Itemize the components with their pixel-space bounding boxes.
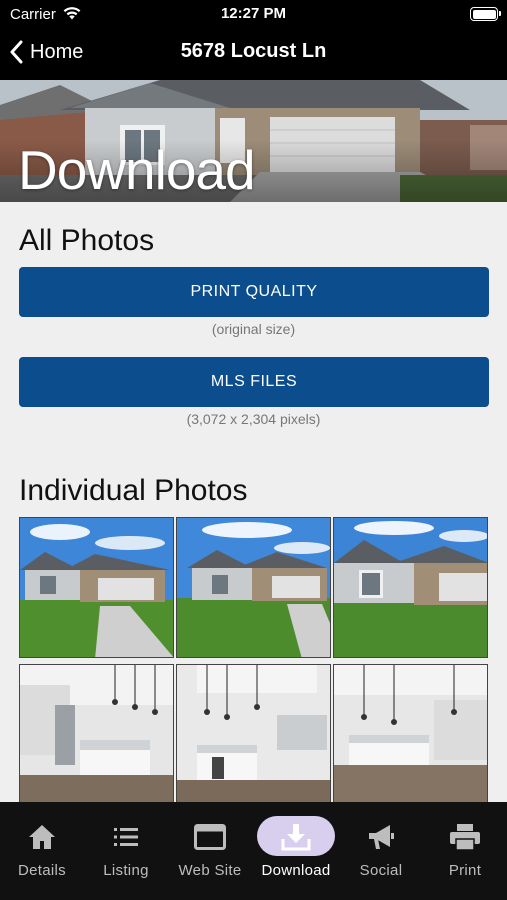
exterior-photo [334, 518, 487, 657]
status-bar: Carrier 12:27 PM [0, 0, 507, 28]
photo-thumbnail[interactable] [176, 664, 331, 805]
tab-listing[interactable]: Listing [84, 802, 168, 900]
exterior-photo [177, 518, 330, 657]
exterior-photo [20, 518, 173, 657]
print-quality-button[interactable]: PRINT QUALITY [19, 267, 489, 317]
photo-thumbnail[interactable] [176, 517, 331, 658]
tab-label: Print [448, 862, 482, 879]
hero-banner: Download [0, 80, 507, 202]
photo-thumbnail[interactable] [333, 664, 488, 805]
individual-photos-heading: Individual Photos [19, 474, 248, 507]
tab-label: Social [359, 862, 403, 879]
home-icon [29, 825, 55, 849]
browser-icon [194, 824, 226, 850]
kitchen-photo [177, 665, 330, 804]
tab-print[interactable]: Print [423, 802, 507, 900]
download-icon [281, 824, 311, 851]
kitchen-photo [20, 665, 173, 804]
tab-label: Listing [103, 862, 149, 879]
kitchen-photo [334, 665, 487, 804]
status-time: 12:27 PM [220, 5, 287, 22]
tab-details[interactable]: Details [0, 802, 84, 900]
photo-thumbnail[interactable] [19, 517, 174, 658]
top-bar: Carrier 12:27 PM Home 5678 Locust Ln [0, 0, 507, 80]
mls-files-button[interactable]: MLS FILES [19, 357, 489, 407]
tab-label: Download [261, 862, 331, 879]
photo-thumbnail[interactable] [333, 517, 488, 658]
battery-icon [470, 7, 501, 21]
photo-thumbnail[interactable] [19, 664, 174, 805]
back-button[interactable]: Home [10, 38, 83, 66]
tab-label: Details [18, 862, 66, 879]
chevron-left-icon [10, 40, 23, 64]
tab-social[interactable]: Social [339, 802, 423, 900]
printer-icon [450, 824, 480, 851]
all-photos-heading: All Photos [19, 224, 155, 257]
megaphone-icon [369, 825, 394, 849]
list-icon [114, 828, 138, 846]
tab-download[interactable]: Download [254, 802, 338, 900]
hero-title: Download [18, 139, 256, 201]
tab-website[interactable]: Web Site [168, 802, 252, 900]
tab-bar: Details Listing Web Site Download Social… [0, 802, 507, 900]
print-quality-caption: (original size) [211, 321, 296, 337]
back-button-label: Home [30, 40, 84, 63]
mls-files-caption: (3,072 x 2,304 pixels) [186, 411, 321, 427]
tab-label: Web Site [178, 862, 242, 879]
